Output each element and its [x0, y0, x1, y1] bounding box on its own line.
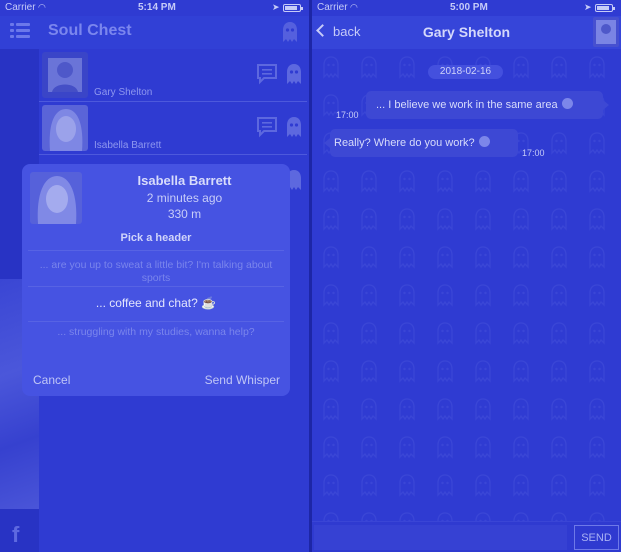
chat-screen: Carrier ◠ 5:00 PM ➤ back Gary Shelton 20…	[312, 0, 621, 552]
clock-label: 5:00 PM	[450, 2, 488, 13]
carrier-label: Carrier	[317, 2, 348, 13]
message-input[interactable]	[314, 525, 567, 550]
date-separator: 2018-02-16	[428, 65, 503, 79]
page-title: Soul Chest	[48, 22, 132, 39]
carrier-label: Carrier	[5, 2, 36, 13]
chat-icon[interactable]	[256, 116, 278, 138]
status-bar: Carrier ◠ 5:14 PM ➤	[0, 0, 309, 16]
list-item[interactable]: Gary Shelton	[39, 49, 307, 102]
location-arrow-icon: ➤	[584, 2, 592, 12]
dialog-time-ago: 2 minutes ago	[146, 191, 223, 205]
message-timestamp: 17:00	[522, 148, 545, 158]
divider	[28, 286, 284, 287]
ghost-icon[interactable]	[285, 116, 303, 138]
message-input-bar: SEND	[312, 521, 621, 552]
divider	[28, 250, 284, 251]
header-option[interactable]: ... are you up to sweat a little bit? I'…	[28, 259, 284, 285]
navigation-bar: back Gary Shelton	[312, 16, 621, 49]
message-bubble-incoming[interactable]: Really? Where do you work?	[324, 129, 518, 157]
divider	[28, 321, 284, 322]
contact-name: Gary Shelton	[94, 87, 153, 98]
avatar	[30, 172, 82, 224]
dialog-distance: 330 m	[167, 207, 202, 221]
whisper-dialog: Isabella Barrett 2 minutes ago 330 m Pic…	[22, 164, 290, 396]
contact-name: Isabella Barrett	[94, 140, 162, 151]
message-timestamp: 17:00	[336, 110, 359, 120]
emoji-icon	[561, 98, 573, 109]
battery-icon	[283, 4, 303, 12]
header-option-selected[interactable]: ... coffee and chat? ☕	[28, 297, 284, 310]
message-text: Really? Where do you work?	[334, 137, 475, 149]
facebook-icon[interactable]: f	[12, 522, 19, 548]
navigation-bar: Soul Chest	[0, 16, 309, 49]
cancel-button[interactable]: Cancel	[33, 373, 70, 387]
menu-icon[interactable]	[10, 22, 30, 40]
location-arrow-icon: ➤	[272, 2, 280, 12]
chat-title: Gary Shelton	[422, 24, 511, 40]
wifi-icon: ◠	[38, 2, 46, 12]
emoji-icon	[478, 136, 490, 147]
send-whisper-button[interactable]: Send Whisper	[205, 373, 280, 387]
send-button[interactable]: SEND	[574, 525, 619, 550]
message-text: ... I believe we work in the same area	[376, 99, 558, 111]
wifi-icon: ◠	[350, 2, 358, 12]
avatar	[42, 105, 88, 151]
pick-header-label: Pick a header	[120, 232, 192, 244]
avatar	[42, 52, 88, 98]
battery-icon	[595, 4, 615, 12]
dialog-name: Isabella Barrett	[137, 173, 232, 188]
header-option[interactable]: ... struggling with my studies, wanna he…	[28, 326, 284, 339]
message-bubble-outgoing[interactable]: ... I believe we work in the same area	[366, 91, 609, 119]
avatar[interactable]	[593, 17, 619, 47]
ghost-icon[interactable]	[281, 21, 299, 43]
ghost-icon[interactable]	[285, 63, 303, 85]
status-bar: Carrier ◠ 5:00 PM ➤	[312, 0, 621, 16]
clock-label: 5:14 PM	[138, 2, 176, 13]
chat-icon[interactable]	[256, 63, 278, 85]
list-item[interactable]: Isabella Barrett	[39, 102, 307, 155]
soul-chest-screen: Carrier ◠ 5:14 PM ➤ Soul Chest f Gary Sh…	[0, 0, 309, 552]
